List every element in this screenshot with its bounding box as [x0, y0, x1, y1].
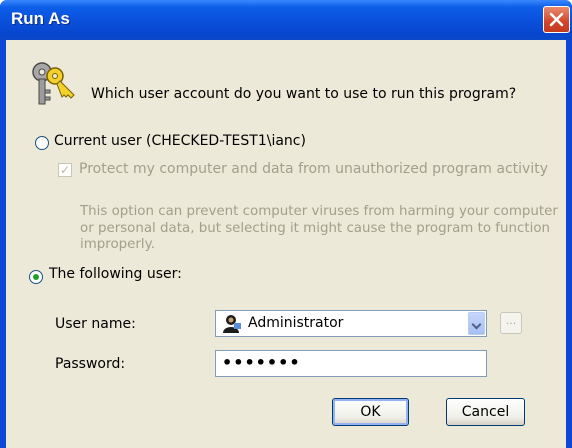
username-value: Administrator [248, 315, 344, 331]
current-user-label[interactable]: Current user (CHECKED-TEST1\ianc) [54, 133, 306, 149]
close-button[interactable] [543, 6, 570, 33]
ok-button[interactable]: OK [332, 398, 409, 426]
password-field[interactable]: ••••••• [215, 350, 487, 377]
protect-label: Protect my computer and data from unauth… [79, 161, 548, 177]
question-text: Which user account do you want to use to… [91, 86, 517, 102]
browse-button[interactable]: ... [500, 312, 522, 334]
chevron-down-icon[interactable] [468, 312, 485, 335]
following-user-label[interactable]: The following user: [49, 266, 182, 282]
window-title: Run As [11, 9, 70, 28]
user-account-icon [222, 314, 242, 337]
password-label: Password: [55, 356, 126, 372]
protect-description: This option can prevent computer viruses… [80, 204, 558, 252]
following-user-radio[interactable] [29, 270, 43, 284]
username-combobox[interactable]: Administrator [215, 310, 487, 337]
title-bar[interactable]: Run As [0, 0, 572, 40]
keys-icon [28, 60, 78, 114]
current-user-radio[interactable] [35, 136, 49, 150]
run-as-window: Run As Which user account do you want to… [0, 0, 572, 448]
username-label: User name: [55, 316, 136, 332]
protect-checkbox[interactable]: ✓ [58, 163, 72, 177]
close-icon [549, 12, 564, 27]
cancel-button[interactable]: Cancel [446, 398, 525, 426]
